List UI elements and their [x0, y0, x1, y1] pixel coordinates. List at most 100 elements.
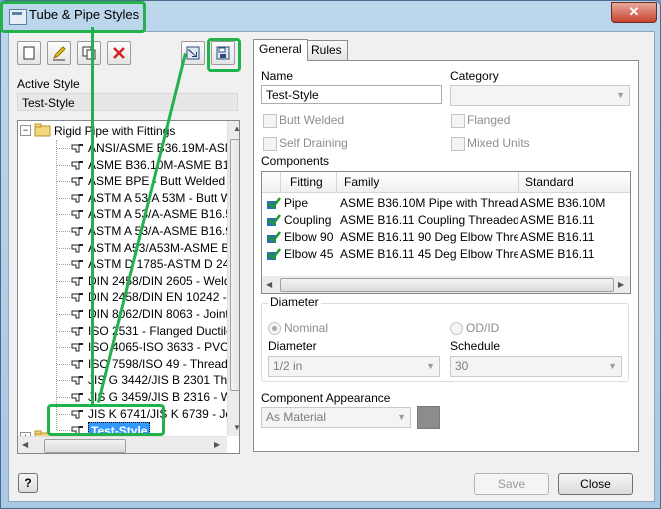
cell-standard: ASME B16.11: [520, 247, 595, 261]
component-appearance-label: Component Appearance: [261, 391, 391, 405]
help-button[interactable]: ?: [18, 473, 38, 493]
table-row[interactable]: Elbow 90 ASME B16.11 90 Deg Elbow Threade…: [262, 229, 630, 246]
copy-style-button[interactable]: [77, 41, 101, 65]
column-header-fitting[interactable]: Fitting: [290, 175, 323, 189]
pipe-fitting-icon: [70, 340, 86, 356]
delete-style-icon: [113, 47, 125, 59]
import-style-button[interactable]: [181, 41, 205, 65]
components-table-header: Fitting Family Standard: [262, 172, 630, 193]
tree-vertical-scrollbar[interactable]: ▲ ▼: [227, 121, 239, 436]
cell-family: ASME B36.10M Pipe with Threaded Er: [340, 196, 518, 210]
window-title: Tube & Pipe Styles: [29, 7, 140, 22]
components-hscroll-thumb[interactable]: [280, 278, 614, 292]
category-label: Category: [450, 69, 499, 83]
tree-item[interactable]: ISO 4065-ISO 3633 - PVC Pip: [88, 339, 239, 355]
tree-item[interactable]: ASTM A 53/A-ASME B16.9 - S: [88, 223, 239, 239]
tab-rules[interactable]: Rules: [305, 40, 348, 60]
scroll-down-icon[interactable]: ▼: [233, 423, 239, 432]
mixed-units-checkbox[interactable]: [451, 137, 465, 151]
nominal-label: Nominal: [284, 321, 329, 335]
table-row[interactable]: Coupling ASME B16.11 Coupling Threaded - …: [262, 212, 630, 229]
folder-icon: [34, 123, 52, 139]
tree-item[interactable]: ASTM A 53/A-ASME B16.5 - F: [88, 206, 239, 222]
edit-style-button[interactable]: [47, 41, 71, 65]
pipe-fitting-icon: [70, 158, 86, 174]
tab-general[interactable]: General: [253, 39, 308, 61]
self-draining-checkbox[interactable]: [263, 137, 277, 151]
column-header-standard[interactable]: Standard: [525, 175, 574, 189]
new-style-button[interactable]: [17, 41, 41, 65]
appearance-color-swatch[interactable]: [417, 406, 440, 429]
close-button[interactable]: Close: [558, 473, 633, 495]
tree-item[interactable]: DIN 2458/DIN EN 10242 - Thr: [88, 289, 239, 305]
window-close-button[interactable]: ✕: [611, 2, 657, 23]
category-select[interactable]: ▼: [450, 85, 630, 106]
pipe-fitting-icon: [70, 357, 86, 373]
chevron-down-icon: ▼: [616, 90, 625, 100]
tree-root-rigid-pipe[interactable]: Rigid Pipe with Fittings: [54, 123, 175, 139]
column-header-family[interactable]: Family: [344, 175, 379, 189]
tree-item[interactable]: ISO 7598/ISO 49 - Threaded: [88, 356, 239, 372]
chevron-down-icon: ▼: [608, 361, 617, 371]
new-style-icon: [23, 46, 35, 60]
delete-style-button[interactable]: [107, 41, 131, 65]
tree-item[interactable]: DIN 2458/DIN 2605 - Welded: [88, 273, 239, 289]
pipe-fitting-icon: [70, 257, 86, 273]
scroll-up-icon[interactable]: ▲: [233, 124, 239, 133]
tree-item[interactable]: ASTM A53/A53M-ASME B16.1: [88, 240, 239, 256]
tree-item[interactable]: JIS G 3442/JIS B 2301 Threac: [88, 372, 239, 388]
tree-item[interactable]: JIS G 3459/JIS B 2316 - Weld: [88, 389, 239, 405]
scroll-left-icon[interactable]: ◀: [266, 280, 272, 289]
components-table[interactable]: Fitting Family Standard Pipe ASME B36.10M…: [261, 171, 631, 294]
scroll-left-icon[interactable]: ◀: [22, 440, 28, 449]
scroll-right-icon[interactable]: ▶: [618, 280, 624, 289]
tree-item[interactable]: ISO 2531 - Flanged Ductile Ir: [88, 323, 239, 339]
odid-radio[interactable]: [450, 322, 463, 335]
components-horizontal-scrollbar[interactable]: ◀ ▶: [262, 276, 630, 293]
tree-horizontal-scrollbar[interactable]: ◀ ▶: [18, 436, 227, 453]
pipe-fitting-icon: [70, 274, 86, 290]
save-button[interactable]: Save: [474, 473, 549, 495]
tree-item[interactable]: JIS K 6741/JIS K 6739 - Joint: [88, 406, 239, 422]
scroll-right-icon[interactable]: ▶: [214, 440, 220, 449]
pipe-fitting-icon: [70, 241, 86, 257]
component-appearance-select[interactable]: As Material ▼: [261, 407, 411, 428]
tree-item[interactable]: ASME B36.10M-ASME B16.11: [88, 157, 239, 173]
mixed-units-label: Mixed Units: [467, 136, 530, 150]
diameter-select[interactable]: 1/2 in ▼: [268, 356, 440, 377]
table-row[interactable]: Elbow 45 ASME B16.11 45 Deg Elbow Threade…: [262, 246, 630, 263]
active-style-value: Test-Style: [17, 93, 238, 111]
tree-item[interactable]: DIN 8062/DIN 8063 - Jointed: [88, 306, 239, 322]
diameter-group: Diameter Nominal OD/ID Diameter 1/2 in ▼…: [261, 295, 629, 382]
title-bar[interactable]: Tube & Pipe Styles ✕: [1, 1, 660, 31]
dialog-client: Active Style Test-Style − Rigid Pipe wit…: [8, 31, 655, 502]
schedule-select[interactable]: 30 ▼: [450, 356, 622, 377]
export-style-button[interactable]: [211, 41, 235, 65]
chevron-down-icon: ▼: [397, 412, 406, 422]
tree-item[interactable]: ASME BPE - Butt Welded: [88, 173, 225, 189]
tree-item[interactable]: ANSI/ASME B36.19M-ASME B: [88, 140, 239, 156]
name-input[interactable]: Test-Style: [261, 85, 442, 104]
cell-fitting: Elbow 45: [284, 247, 334, 261]
components-label: Components: [261, 154, 330, 168]
pipe-fitting-icon: [70, 174, 86, 190]
butt-welded-checkbox[interactable]: [263, 114, 277, 128]
cell-standard: ASME B16.11: [520, 213, 595, 227]
pipe-fitting-icon: [70, 191, 86, 207]
diameter-value: 1/2 in: [273, 359, 303, 373]
export-style-icon: [216, 46, 230, 60]
flanged-label: Flanged: [467, 113, 511, 127]
tree-hscroll-thumb[interactable]: [44, 439, 126, 453]
tree-item[interactable]: ASTM A 53/A 53M - Butt Weld: [88, 190, 239, 206]
tree-item[interactable]: ASTM D 1785-ASTM D 2466 -: [88, 256, 239, 272]
active-style-label: Active Style: [17, 77, 80, 91]
pipe-fitting-icon: [70, 390, 86, 406]
style-tree[interactable]: − Rigid Pipe with Fittings ANSI/ASME B36…: [17, 120, 240, 454]
cell-family: ASME B16.11 Coupling Threaded - Cl: [340, 213, 518, 227]
tree-vscroll-thumb[interactable]: [230, 139, 239, 391]
pipe-fitting-icon: [70, 373, 86, 389]
nominal-radio[interactable]: [268, 322, 281, 335]
flanged-checkbox[interactable]: [451, 114, 465, 128]
import-style-icon: [186, 46, 200, 60]
table-row[interactable]: Pipe ASME B36.10M Pipe with Threaded ErAS…: [262, 195, 630, 212]
